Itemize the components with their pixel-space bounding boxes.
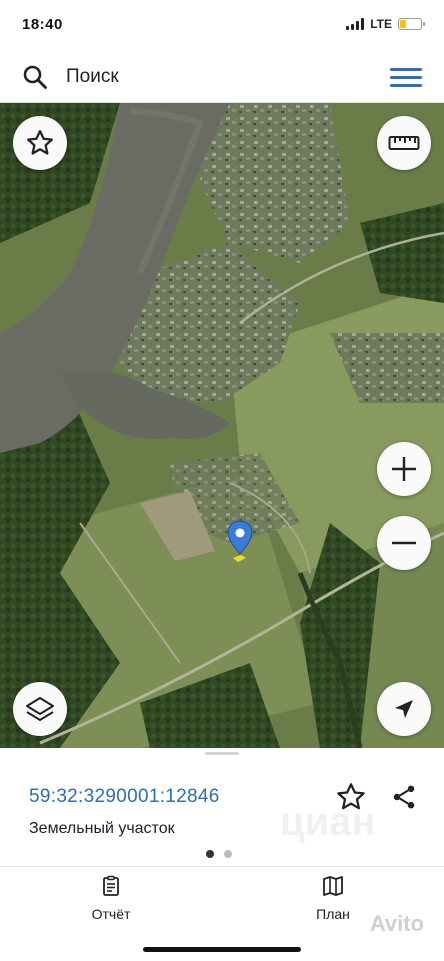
- minus-icon: [392, 541, 416, 545]
- cadastral-number[interactable]: 59:32:3290001:12846: [29, 786, 220, 808]
- star-icon: [27, 130, 53, 155]
- satellite-map[interactable]: [0, 103, 444, 748]
- parcel-marker-icon[interactable]: [227, 520, 253, 564]
- layers-icon: [26, 697, 54, 721]
- ruler-icon: [388, 136, 420, 150]
- navigation-arrow-icon: [395, 700, 413, 718]
- report-icon: [103, 875, 119, 896]
- page-dot: [206, 850, 214, 858]
- tab-report[interactable]: Отчёт: [61, 875, 161, 925]
- avito-watermark: Avito: [369, 911, 424, 936]
- search-bar: [0, 52, 444, 103]
- layers-button[interactable]: [13, 682, 67, 736]
- my-location-button[interactable]: [377, 682, 431, 736]
- map-imagery: [0, 103, 444, 748]
- sheet-drag-handle[interactable]: [205, 752, 239, 755]
- status-time: 18:40: [22, 16, 63, 33]
- parcel-type: Земельный участок: [29, 820, 175, 837]
- page-dot: [224, 850, 232, 858]
- search-input[interactable]: [66, 65, 366, 89]
- network-type: LTE: [370, 17, 392, 31]
- tab-plan-label: План: [316, 906, 350, 922]
- favorite-map-button[interactable]: [13, 116, 67, 170]
- page-indicator: [206, 850, 232, 858]
- zoom-out-button[interactable]: [377, 516, 431, 570]
- share-icon[interactable]: [390, 781, 418, 813]
- status-bar: 18:40 LTE: [0, 0, 444, 52]
- ruler-button[interactable]: [377, 116, 431, 170]
- plus-icon: [392, 457, 416, 481]
- status-indicators: LTE: [346, 17, 425, 31]
- zoom-in-button[interactable]: [377, 442, 431, 496]
- tab-plan[interactable]: План: [283, 875, 383, 925]
- signal-icon: [346, 18, 365, 30]
- battery-level: [400, 20, 406, 28]
- home-indicator[interactable]: [143, 947, 301, 952]
- star-icon[interactable]: [335, 781, 367, 813]
- tab-report-label: Отчёт: [91, 906, 131, 922]
- search-icon[interactable]: [22, 64, 48, 90]
- map-plan-icon: [323, 876, 343, 896]
- hamburger-menu-icon[interactable]: [390, 68, 422, 88]
- battery-icon: [398, 18, 425, 30]
- bottom-tab-bar: Отчёт План Avito: [0, 866, 444, 961]
- parcel-info-sheet[interactable]: циан 59:32:3290001:12846 Земельный участ…: [0, 748, 444, 868]
